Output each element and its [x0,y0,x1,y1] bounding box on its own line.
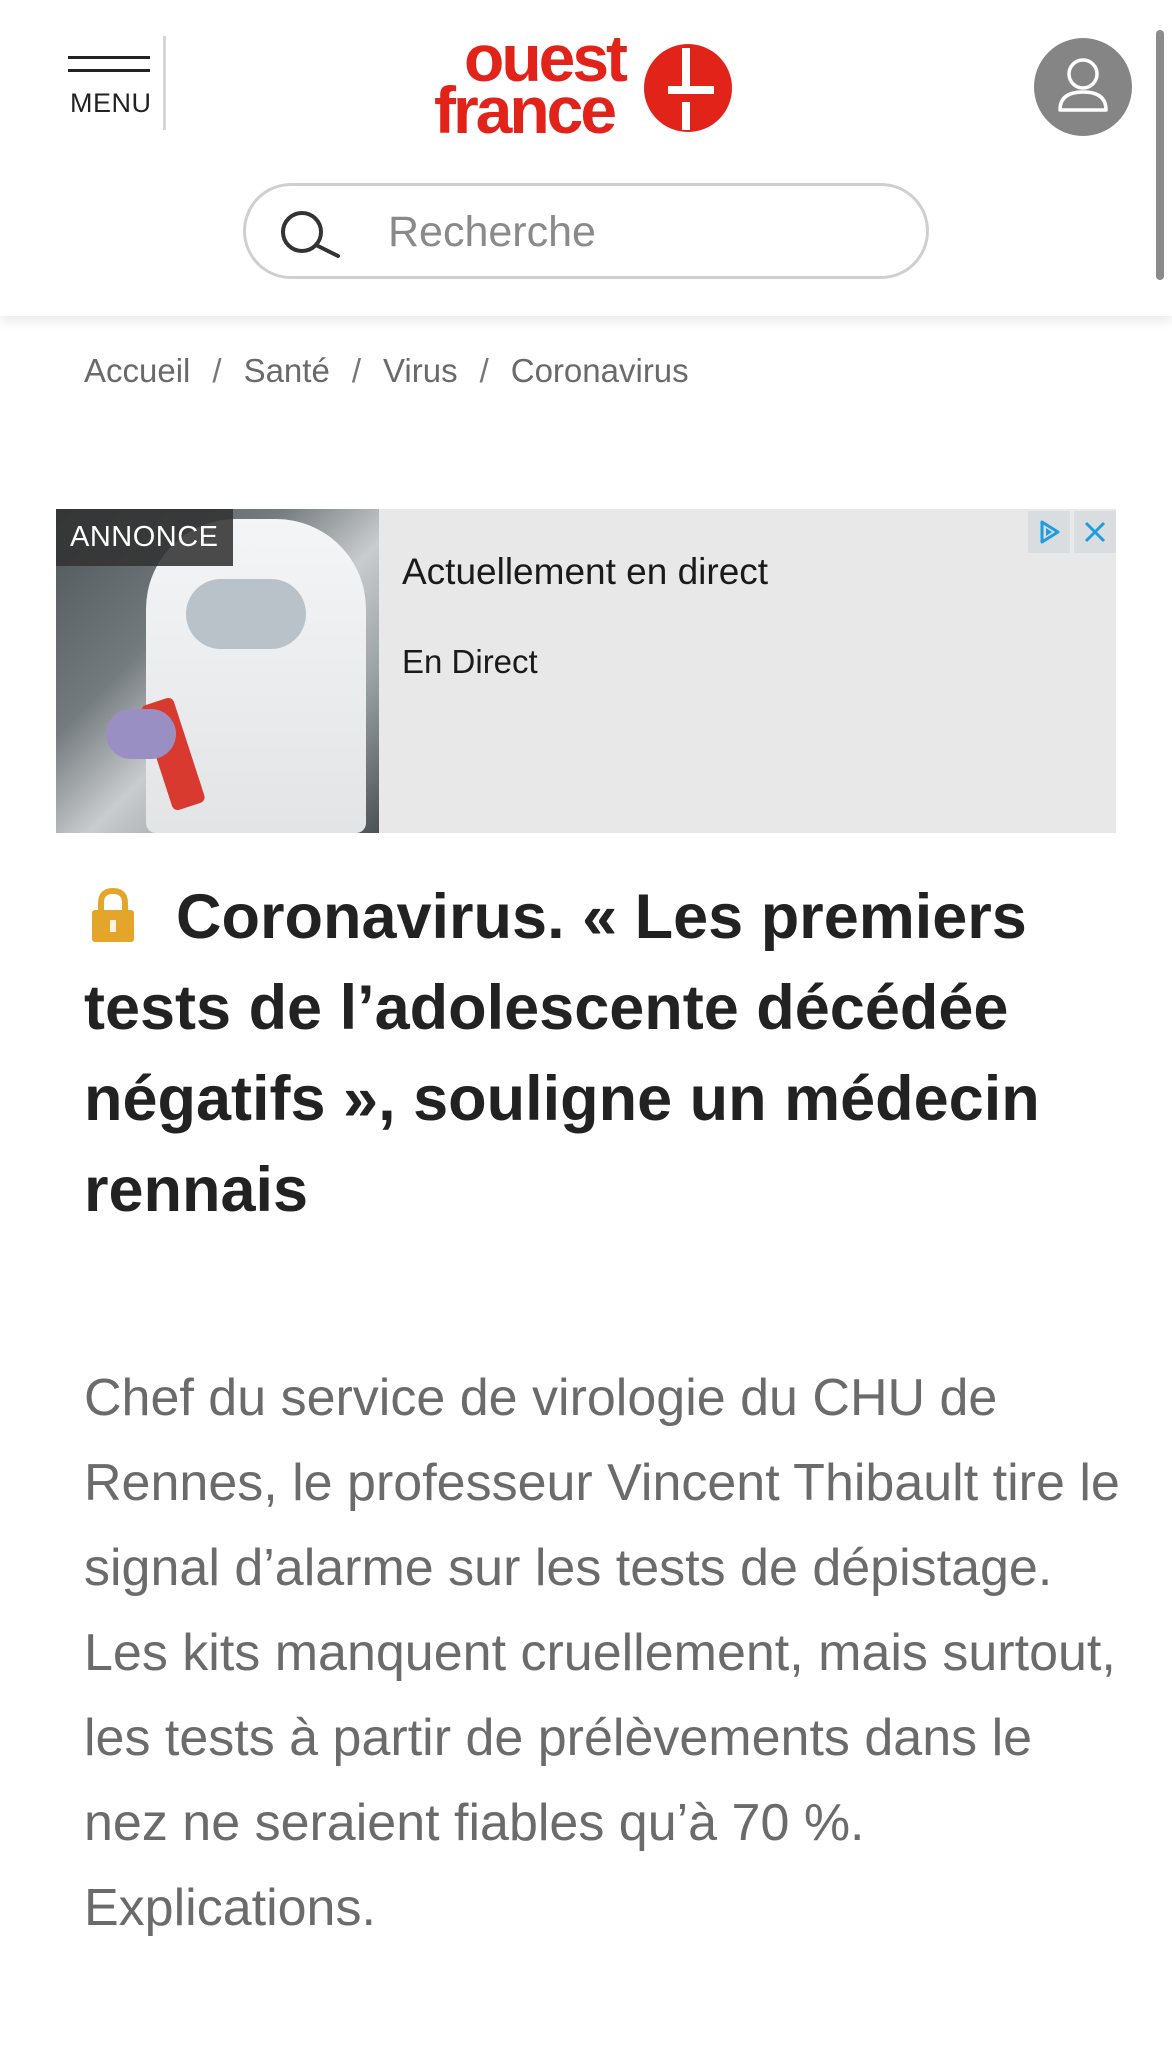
logo-mark-icon [644,44,732,132]
hamburger-icon [68,52,154,72]
breadcrumb: Accueil / Santé / Virus / Coronavirus [84,352,689,390]
breadcrumb-item-virus[interactable]: Virus [383,352,458,390]
user-icon [1058,58,1108,112]
logo-line-france: france [434,73,617,147]
menu-button[interactable]: MENU [68,52,154,124]
search-input[interactable] [388,202,888,262]
breadcrumb-separator: / [351,352,361,389]
site-header: MENU ouest france [0,0,1172,316]
breadcrumb-item-accueil[interactable]: Accueil [84,352,190,390]
ad-badge: ANNONCE [56,509,233,566]
advertisement[interactable]: ANNONCE Actuellement en direct En Direct [56,509,1116,833]
breadcrumb-item-coronavirus[interactable]: Coronavirus [511,352,689,390]
breadcrumb-separator: / [479,352,489,389]
account-button[interactable] [1034,38,1132,136]
article-lede: Chef du service de virologie du CHU de R… [84,1369,1120,1937]
menu-divider [163,36,166,130]
search-icon [281,211,340,258]
breadcrumb-item-sante[interactable]: Santé [244,352,330,390]
scrollbar[interactable] [1156,30,1164,280]
menu-label: MENU [70,88,152,118]
search-bar[interactable] [243,183,929,279]
close-icon[interactable] [1074,511,1116,553]
ad-title[interactable]: Actuellement en direct [402,551,768,593]
breadcrumb-separator: / [212,352,222,389]
adchoices-icon[interactable] [1028,511,1070,553]
ouest-france-logo[interactable]: ouest france [434,25,734,147]
article-headline: Coronavirus. « Les premiers tests de l’a… [84,882,1040,1225]
ad-subtitle[interactable]: En Direct [402,643,538,681]
